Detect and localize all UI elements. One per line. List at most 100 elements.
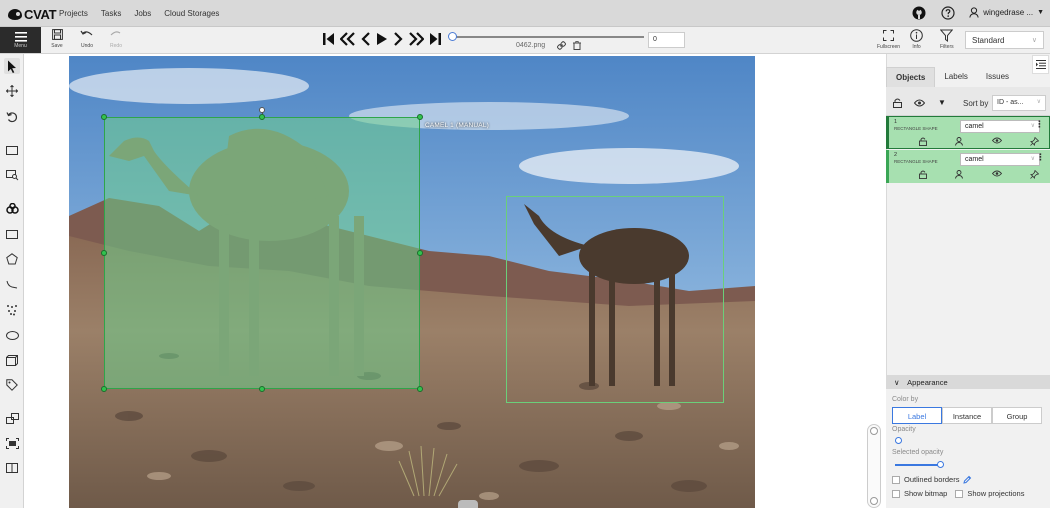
selected-opacity-slider-handle[interactable] (937, 461, 944, 468)
show-projections-checkbox[interactable] (955, 489, 964, 498)
occluded-user-icon[interactable] (955, 137, 964, 146)
previous-frame-icon[interactable] (361, 32, 371, 46)
color-by-instance-option[interactable]: Instance (942, 407, 992, 424)
color-by-label-option[interactable]: Label (892, 407, 942, 424)
sort-by-value: ID - as... (997, 99, 1024, 106)
object-label-value: camel (965, 156, 984, 163)
resize-handle-tc[interactable] (259, 114, 265, 120)
user-menu[interactable]: wingedrase ... ▼ (969, 7, 1044, 18)
resize-handle-br[interactable] (417, 386, 423, 392)
collapse-all-caret-icon[interactable]: ▼ (938, 98, 946, 107)
draw-rectangle-tool[interactable] (4, 226, 20, 242)
setup-tag-tool[interactable] (4, 377, 20, 393)
lock-icon[interactable] (919, 170, 927, 179)
sort-by-select[interactable]: ID - as... ∨ (992, 95, 1046, 111)
object-item-2[interactable]: 2 RECTANGLE SHAPE camel ∨ ⋮ (886, 150, 1050, 183)
pin-icon[interactable] (1030, 170, 1039, 179)
frame-slider-handle[interactable] (448, 32, 457, 41)
frame-number-input[interactable]: 0 (648, 32, 685, 48)
sidebar-collapse-button[interactable] (1032, 55, 1049, 74)
resize-handle-tr[interactable] (417, 114, 423, 120)
redo-button[interactable]: Redo (105, 29, 127, 49)
menu-button[interactable]: Menu (0, 27, 41, 53)
draw-ellipse-tool[interactable] (4, 327, 20, 343)
show-bitmap-checkbox[interactable] (892, 489, 900, 498)
undo-button[interactable]: Undo (76, 29, 98, 49)
cursor-tool[interactable] (4, 58, 20, 74)
resize-handle-bl[interactable] (101, 386, 107, 392)
link-icon[interactable] (557, 41, 566, 50)
draw-polyline-tool[interactable] (4, 276, 20, 292)
delete-frame-icon[interactable] (573, 41, 581, 50)
bottom-panel-toggle[interactable] (458, 500, 478, 508)
zoom-region-tool[interactable] (4, 167, 20, 183)
eye-icon[interactable] (991, 170, 1002, 177)
nav-projects[interactable]: Projects (59, 9, 88, 18)
slider-top-knob[interactable] (870, 427, 878, 435)
appearance-header[interactable]: ∨ Appearance (886, 375, 1050, 389)
bbox-camel-2[interactable] (506, 196, 724, 403)
tab-issues[interactable]: Issues (977, 67, 1018, 87)
workspace-select[interactable]: Standard ∨ (965, 31, 1044, 49)
pin-icon[interactable] (1030, 137, 1039, 146)
fullscreen-button[interactable]: Fullscreen (877, 30, 900, 50)
nav-tasks[interactable]: Tasks (101, 9, 121, 18)
nav-jobs[interactable]: Jobs (134, 9, 151, 18)
fast-backward-icon[interactable] (340, 32, 356, 46)
slider-bottom-knob[interactable] (870, 497, 878, 505)
draw-cuboid-tool[interactable] (4, 352, 20, 368)
resize-handle-bc[interactable] (259, 386, 265, 392)
resize-handle-mr[interactable] (417, 250, 423, 256)
frame-slider-track[interactable] (452, 36, 644, 38)
group-tool[interactable] (4, 435, 20, 451)
rotation-handle[interactable] (259, 107, 265, 113)
fit-image-tool[interactable] (4, 142, 20, 158)
next-frame-icon[interactable] (393, 32, 403, 46)
move-tool[interactable] (4, 83, 20, 99)
tab-objects[interactable]: Objects (886, 67, 936, 87)
canvas-zoom-slider[interactable] (867, 424, 881, 508)
tab-labels[interactable]: Labels (935, 67, 977, 87)
info-button[interactable]: Info (910, 29, 923, 50)
show-bitmap-label: Show bitmap (904, 489, 948, 498)
fullscreen-label: Fullscreen (877, 44, 901, 50)
cvat-logo[interactable]: CVAT (8, 6, 57, 22)
object-item-1[interactable]: 1 RECTANGLE SHAPE camel ∨ ⋮ (886, 116, 1050, 149)
frame-filename: 0462.png (516, 42, 546, 49)
merge-tool[interactable] (4, 410, 20, 426)
draw-points-tool[interactable] (4, 302, 20, 318)
filters-button[interactable]: Filters (940, 29, 954, 50)
help-icon[interactable] (940, 5, 955, 20)
object-label-select[interactable]: camel ∨ (960, 120, 1040, 133)
selected-opacity-track[interactable] (895, 464, 941, 466)
resize-handle-tl[interactable] (101, 114, 107, 120)
last-frame-icon[interactable] (429, 32, 441, 46)
rotate-tool[interactable] (4, 109, 20, 125)
more-options-icon[interactable]: ⋮ (1035, 119, 1044, 130)
lock-icon[interactable] (919, 137, 927, 146)
lock-all-icon[interactable] (893, 98, 902, 108)
nav-cloud-storages[interactable]: Cloud Storages (164, 9, 219, 18)
draw-polygon-tool[interactable] (4, 251, 20, 267)
object-label-select[interactable]: camel ∨ (960, 153, 1040, 166)
play-icon[interactable] (376, 32, 388, 46)
opacity-slider-handle[interactable] (895, 437, 902, 444)
controls-sidebar (0, 54, 24, 508)
appearance-title: Appearance (907, 378, 948, 387)
bbox-camel-1[interactable] (104, 117, 420, 389)
first-frame-icon[interactable] (323, 32, 335, 46)
ai-tools[interactable] (4, 201, 20, 217)
resize-handle-ml[interactable] (101, 250, 107, 256)
github-icon[interactable] (911, 5, 926, 20)
more-options-icon[interactable]: ⋮ (1036, 152, 1045, 163)
occluded-user-icon[interactable] (955, 170, 964, 179)
color-by-group-option[interactable]: Group (992, 407, 1042, 424)
fast-forward-icon[interactable] (408, 32, 424, 46)
split-tool[interactable] (4, 460, 20, 476)
eye-icon[interactable] (991, 137, 1002, 144)
eye-all-icon[interactable] (914, 99, 925, 107)
outlined-borders-checkbox[interactable] (892, 475, 900, 484)
save-button[interactable]: Save (46, 29, 68, 49)
selected-opacity-label: Selected opacity (892, 449, 944, 456)
color-picker-icon[interactable] (963, 475, 972, 484)
